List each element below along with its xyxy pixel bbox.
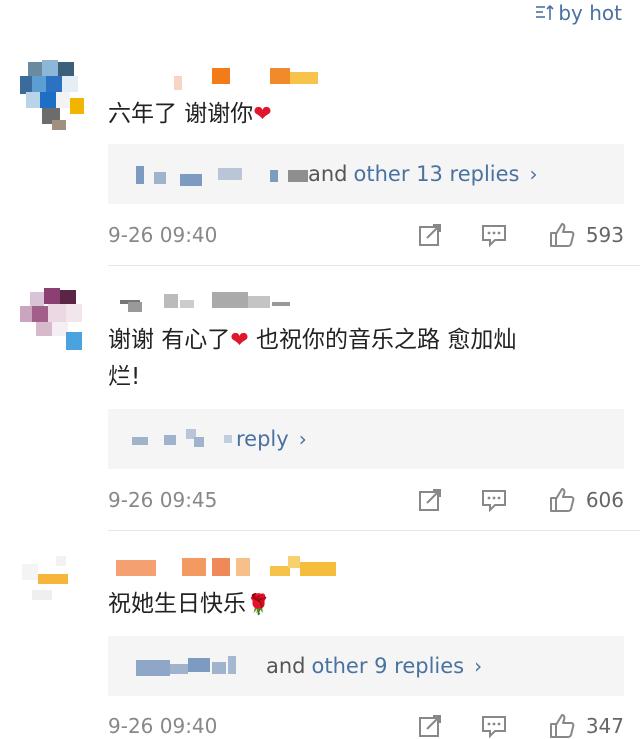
comment-meta: 9-26 09:40 593: [108, 221, 624, 249]
like-count: 347: [585, 714, 624, 738]
username-blurred[interactable]: [108, 288, 368, 312]
timestamp: 9-26 09:45: [108, 488, 218, 512]
comment-text: 六年了 谢谢你❤: [108, 101, 272, 127]
repost-icon: [418, 224, 441, 246]
sort-label: by hot: [558, 1, 622, 25]
divider: [108, 265, 640, 266]
chevron-right-icon: ›: [298, 427, 307, 451]
reply-user-blurred: [108, 656, 266, 676]
comment-button[interactable]: [480, 486, 508, 514]
like-button[interactable]: 593: [548, 221, 624, 249]
username-blurred[interactable]: [108, 556, 368, 578]
comment-meta: 9-26 09:45 606: [108, 486, 624, 514]
replies-preview[interactable]: and other 9 replies ›: [108, 636, 624, 696]
repost-button[interactable]: [416, 486, 444, 514]
chevron-right-icon: ›: [474, 654, 483, 678]
rose-emoji: 🌹: [246, 592, 271, 616]
repost-icon: [418, 489, 441, 511]
more-replies-link[interactable]: other 9 replies: [312, 654, 465, 678]
comment-icon: [481, 490, 506, 513]
heart-emoji: ❤: [253, 102, 272, 127]
comment-text: 谢谢 有心了❤ 也祝你的音乐之路 愈加灿 烂!: [108, 327, 517, 390]
reply-user-blurred: [108, 164, 308, 186]
repost-button[interactable]: [416, 712, 444, 739]
like-count: 593: [585, 223, 624, 247]
thumbs-up-icon: [549, 488, 575, 512]
like-button[interactable]: 606: [548, 486, 624, 514]
thumbs-up-icon: [549, 714, 575, 738]
like-button[interactable]: 347: [548, 712, 624, 739]
comment-text: 祝她生日快乐🌹: [108, 591, 271, 617]
heart-emoji: ❤: [230, 328, 249, 353]
comment-icon: [481, 716, 506, 739]
timestamp: 9-26 09:40: [108, 223, 218, 247]
avatar[interactable]: [18, 280, 86, 354]
more-replies-link[interactable]: other 13 replies: [354, 162, 520, 186]
divider: [108, 530, 640, 531]
username-blurred[interactable]: [108, 66, 368, 90]
comment-meta: 9-26 09:40 347: [108, 712, 624, 739]
like-count: 606: [585, 488, 624, 512]
chevron-right-icon: ›: [529, 162, 538, 186]
repost-button[interactable]: [416, 221, 444, 249]
avatar[interactable]: [18, 58, 86, 132]
comment-button[interactable]: [480, 221, 508, 249]
timestamp: 9-26 09:40: [108, 714, 218, 738]
more-replies-link[interactable]: reply: [236, 427, 289, 451]
replies-preview[interactable]: and other 13 replies ›: [108, 144, 624, 204]
replies-preview[interactable]: reply ›: [108, 409, 624, 469]
thumbs-up-icon: [549, 223, 575, 247]
avatar[interactable]: [18, 548, 86, 622]
repost-icon: [418, 715, 441, 737]
sort-toggle[interactable]: by hot: [534, 0, 622, 26]
comment-button[interactable]: [480, 712, 508, 739]
comment-icon: [481, 225, 506, 248]
sort-icon: [536, 4, 554, 20]
reply-user-blurred: [108, 429, 234, 449]
